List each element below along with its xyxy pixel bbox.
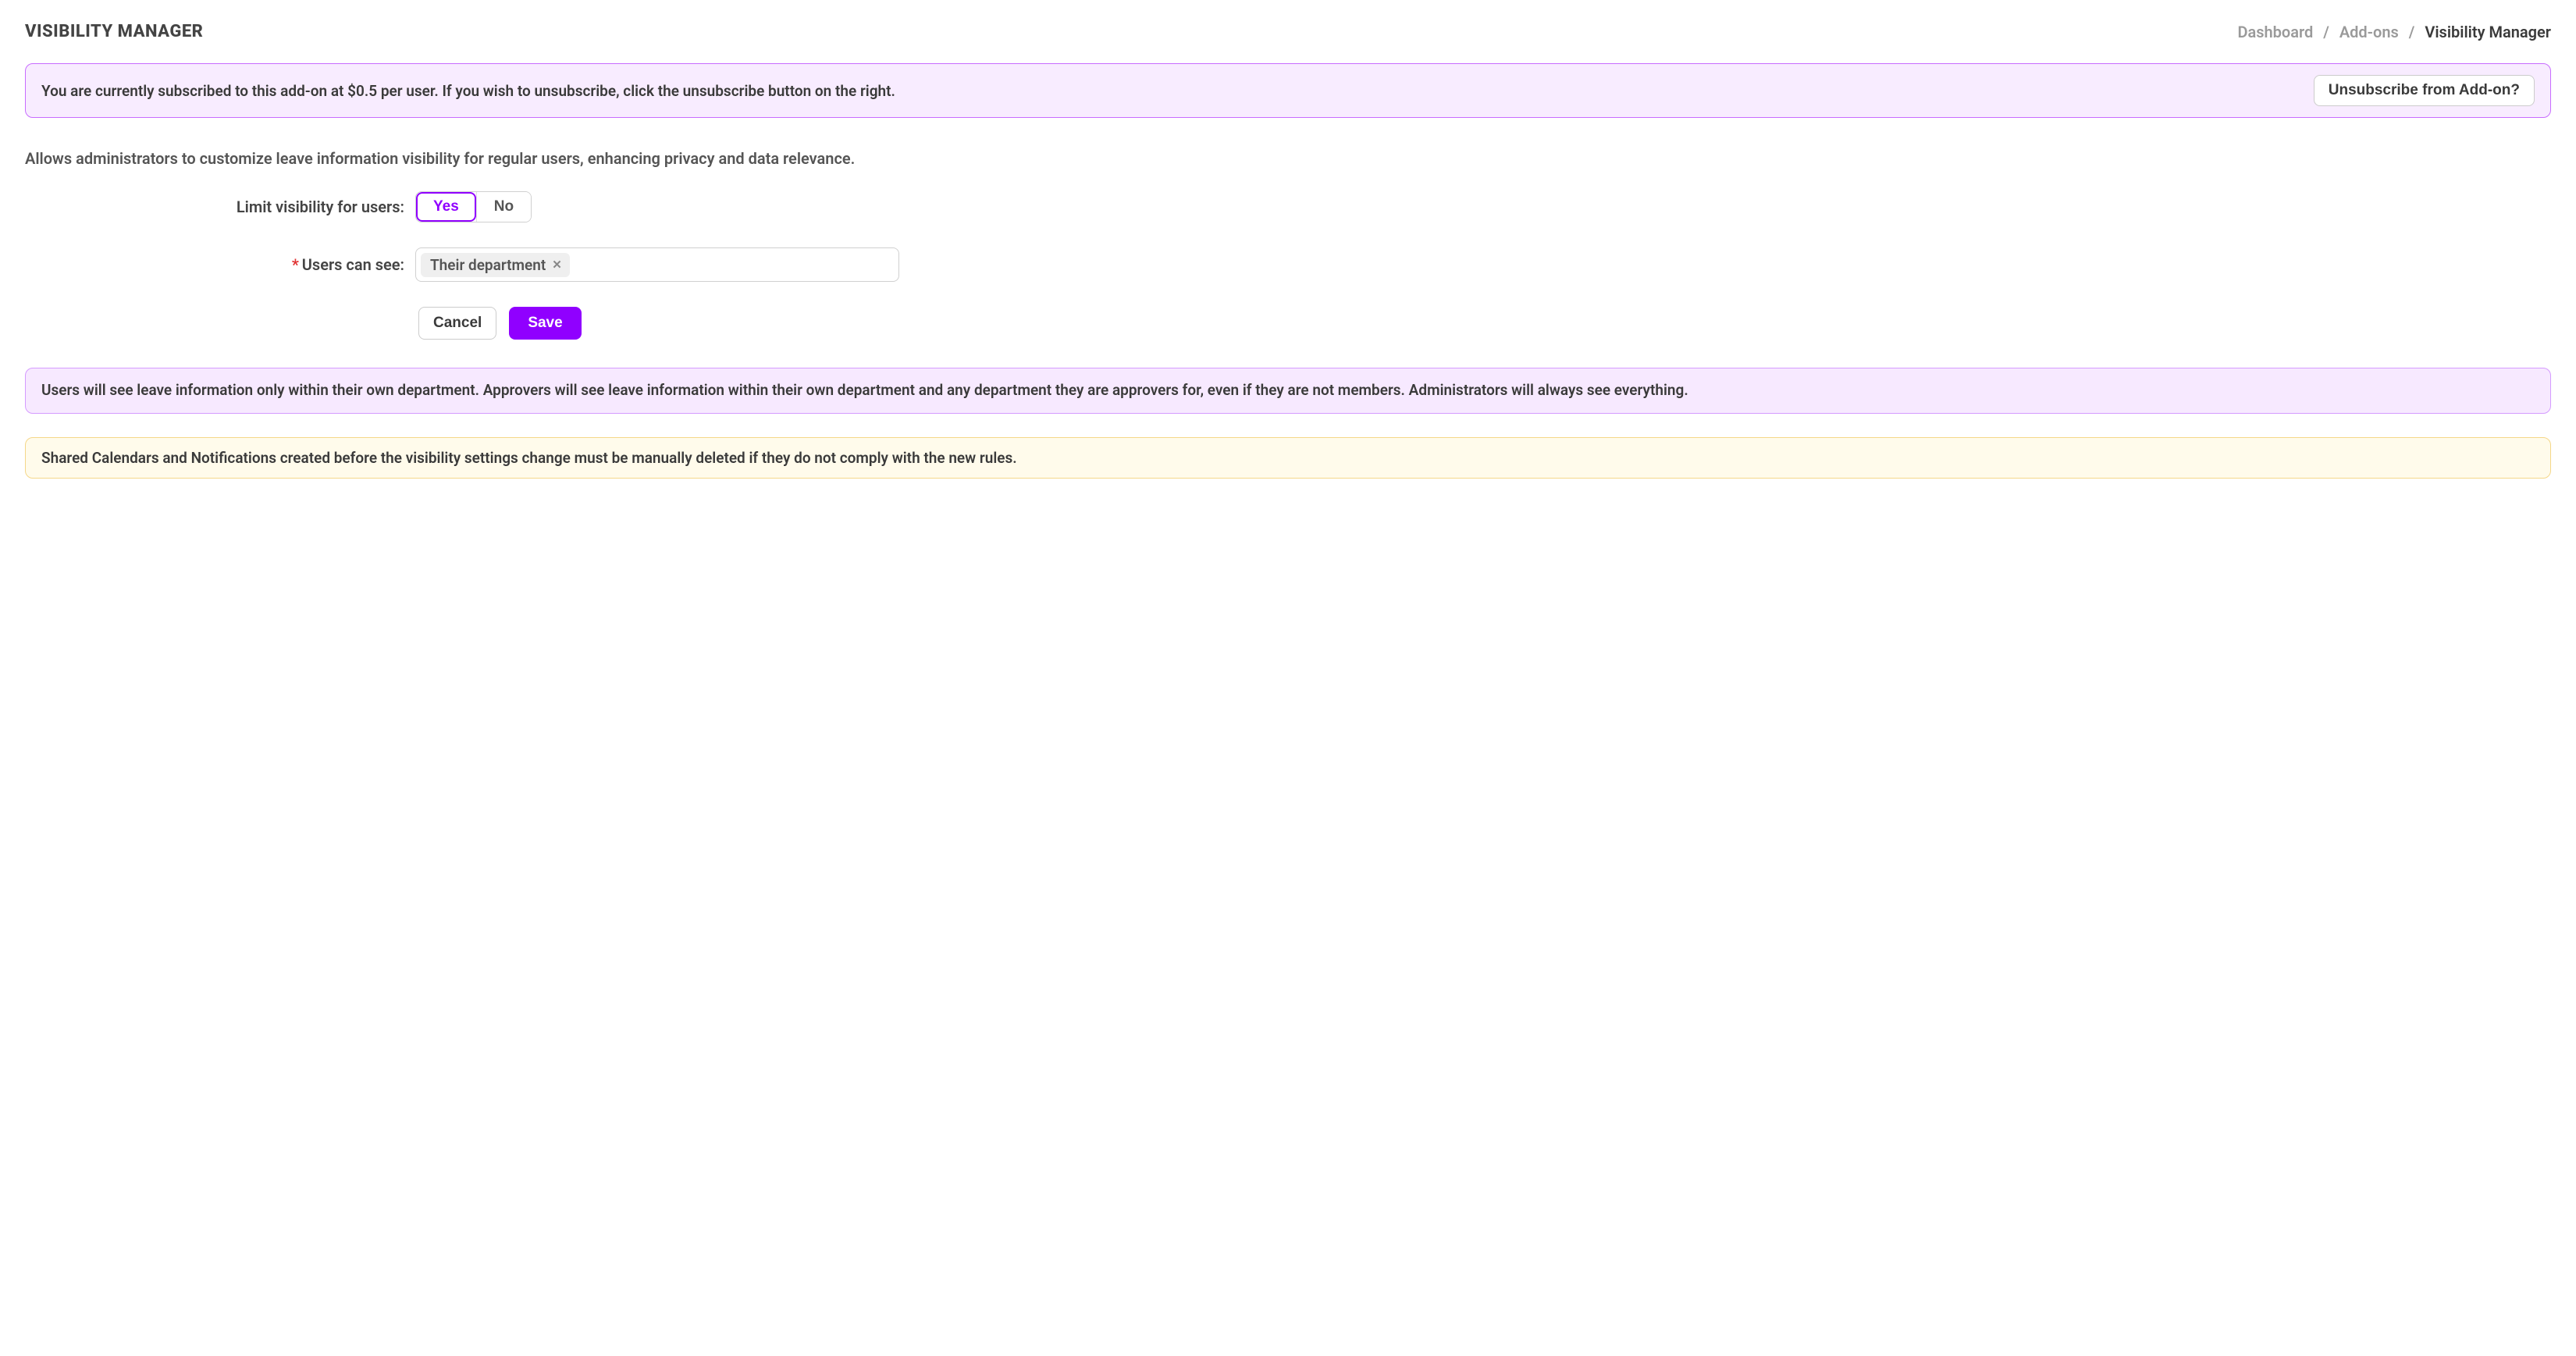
limit-visibility-row: Limit visibility for users: Yes No	[25, 191, 2551, 222]
feature-description: Allows administrators to customize leave…	[25, 149, 2551, 168]
tag-remove-icon[interactable]: ✕	[550, 258, 564, 272]
users-can-see-label: *Users can see:	[25, 255, 415, 274]
tag-their-department: Their department ✕	[421, 253, 570, 277]
users-can-see-row: *Users can see: Their department ✕	[25, 247, 2551, 282]
limit-no[interactable]: No	[476, 192, 531, 222]
calendar-warning-note: Shared Calendars and Notifications creat…	[25, 437, 2551, 479]
users-can-see-label-text: Users can see:	[302, 255, 404, 274]
breadcrumb-dashboard[interactable]: Dashboard	[2237, 23, 2313, 41]
page-header: VISIBILITY MANAGER Dashboard / Add-ons /…	[25, 22, 2551, 41]
visibility-info-note: Users will see leave information only wi…	[25, 368, 2551, 414]
limit-visibility-label: Limit visibility for users:	[25, 198, 415, 216]
page-title: VISIBILITY MANAGER	[25, 22, 203, 41]
breadcrumb-sep: /	[2323, 23, 2329, 41]
cancel-button[interactable]: Cancel	[418, 307, 496, 340]
breadcrumb-addons[interactable]: Add-ons	[2339, 23, 2399, 41]
required-asterisk: *	[292, 255, 299, 274]
tag-label: Their department	[430, 256, 546, 274]
unsubscribe-button[interactable]: Unsubscribe from Add-on?	[2314, 75, 2535, 106]
form-actions: Cancel Save	[415, 307, 2551, 340]
users-can-see-select[interactable]: Their department ✕	[415, 247, 899, 282]
breadcrumb-sep: /	[2409, 23, 2415, 41]
save-button[interactable]: Save	[509, 307, 581, 340]
subscription-text: You are currently subscribed to this add…	[41, 82, 895, 100]
breadcrumb: Dashboard / Add-ons / Visibility Manager	[2237, 23, 2551, 41]
limit-visibility-toggle: Yes No	[415, 191, 532, 222]
limit-yes[interactable]: Yes	[416, 192, 476, 222]
breadcrumb-current: Visibility Manager	[2425, 23, 2551, 41]
subscription-banner: You are currently subscribed to this add…	[25, 63, 2551, 118]
